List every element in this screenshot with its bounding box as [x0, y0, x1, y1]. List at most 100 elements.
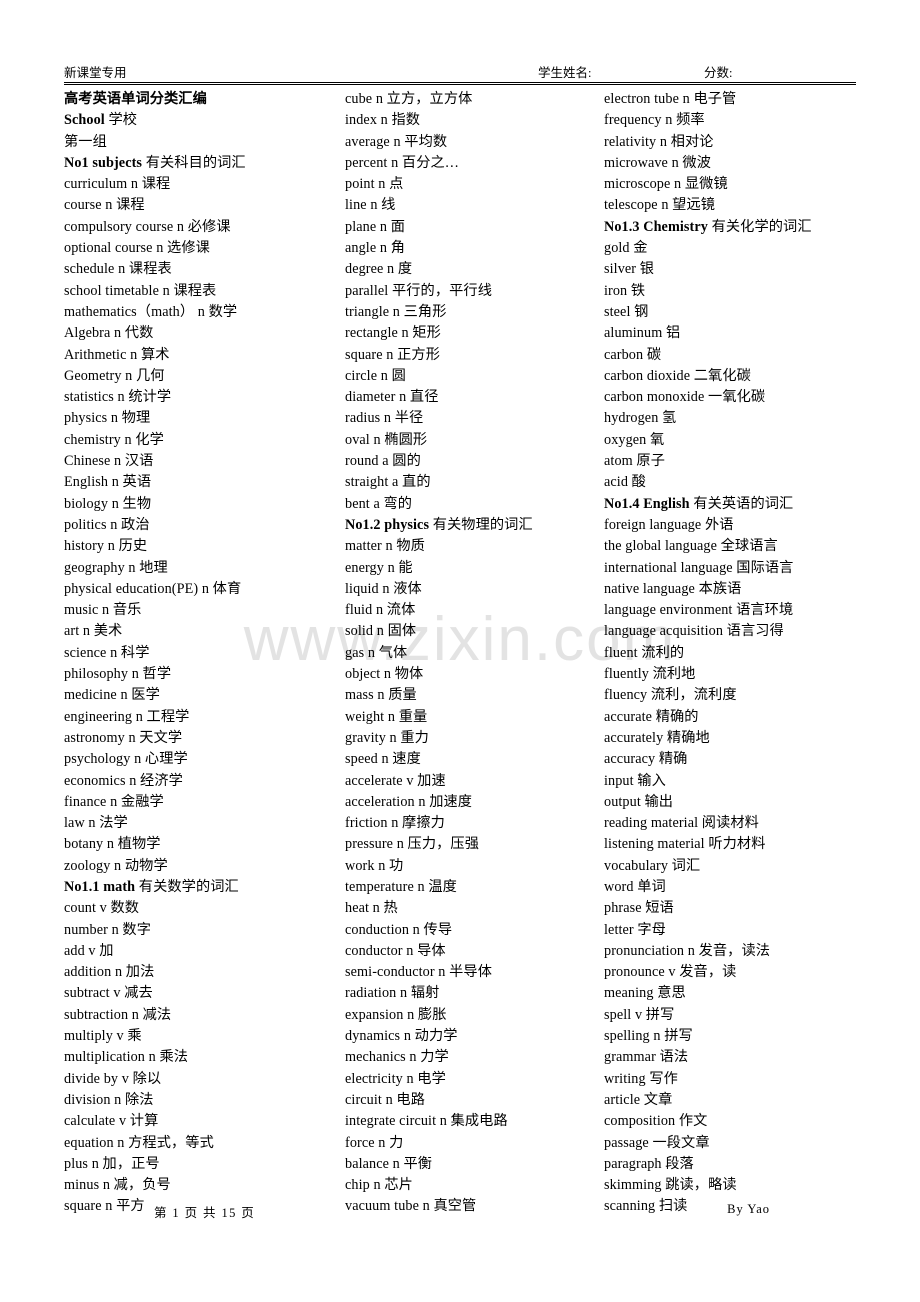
vocabulary-entry: statistics n 统计学 — [64, 389, 172, 406]
entry-term: No1.1 math — [64, 878, 139, 895]
vocabulary-entry: No1.1 math 有关数学的词汇 — [64, 877, 342, 898]
vocabulary-entry: conduction n 传导 — [345, 921, 453, 938]
vocabulary-entry: reading material 阅读材料 — [604, 815, 759, 832]
vocabulary-entry: relativity n 相对论 — [604, 133, 714, 150]
vocabulary-entry: aluminum 铝 — [604, 325, 681, 342]
vocabulary-entry: language environment 语言环境 — [604, 602, 794, 619]
entry-term: No1.4 English — [604, 495, 694, 512]
vocabulary-entry: art n 美术 — [64, 623, 123, 640]
vocabulary-entry: course n 课程 — [64, 197, 145, 214]
vocabulary-entry: acceleration n 加速度 — [345, 793, 473, 810]
vocabulary-entry: passage 一段文章 — [604, 1134, 710, 1151]
vocabulary-entry: iron 铁 — [604, 282, 646, 299]
vocabulary-entry: weight n 重量 — [345, 708, 428, 725]
vocabulary-entry: circuit n 电路 — [345, 1091, 426, 1108]
vocabulary-entry: fluid n 流体 — [345, 602, 416, 619]
vocabulary-entry: botany n 植物学 — [64, 836, 161, 853]
vocabulary-entry: Chinese n 汉语 — [64, 453, 154, 470]
vocabulary-entry: speed n 速度 — [345, 751, 421, 768]
entry-term: No1.2 physics — [345, 516, 433, 533]
vocabulary-entry: native language 本族语 — [604, 580, 742, 597]
entry-gloss: 有关科目的词汇 — [145, 154, 246, 171]
footer-page-number: 第 1 页 共 15 页 — [154, 1206, 256, 1220]
vocabulary-entry: carbon 碳 — [604, 346, 662, 363]
vocabulary-entry: diameter n 直径 — [345, 389, 439, 406]
vocabulary-entry: biology n 生物 — [64, 495, 152, 512]
vocabulary-entry: School 学校 — [64, 110, 342, 131]
vocabulary-entry: degree n 度 — [345, 261, 413, 278]
vocabulary-entry: expansion n 膨胀 — [345, 1006, 447, 1023]
vocabulary-entry: Algebra n 代数 — [64, 325, 154, 342]
vocabulary-entry: temperature n 温度 — [345, 878, 457, 895]
vocabulary-entry: psychology n 心理学 — [64, 751, 188, 768]
vocabulary-entry: line n 线 — [345, 197, 396, 214]
entry-gloss: 有关英语的词汇 — [693, 495, 794, 512]
vocabulary-entry: circle n 圆 — [345, 367, 406, 384]
vocabulary-entry: No1 subjects 有关科目的词汇 — [64, 153, 342, 174]
vocabulary-entry: engineering n 工程学 — [64, 708, 190, 725]
vocabulary-entry: history n 历史 — [64, 538, 148, 555]
vocabulary-entry: round a 圆的 — [345, 453, 421, 470]
vocabulary-entry: economics n 经济学 — [64, 772, 183, 789]
vocabulary-entry: finance n 金融学 — [64, 793, 164, 810]
vocabulary-entry: angle n 角 — [345, 240, 405, 257]
vocabulary-entry: electron tube n 电子管 — [604, 91, 737, 107]
vocabulary-entry: input 输入 — [604, 772, 666, 789]
vocabulary-entry: letter 字母 — [604, 921, 666, 938]
vocabulary-entry: parallel 平行的，平行线 — [345, 282, 492, 299]
vocabulary-entry: multiplication n 乘法 — [64, 1049, 189, 1066]
vocabulary-entry: skimming 跳读，略读 — [604, 1177, 737, 1194]
entry-term: School — [64, 112, 109, 129]
vocabulary-entry: writing 写作 — [604, 1070, 678, 1087]
vocabulary-entry: silver 银 — [604, 261, 655, 278]
vocabulary-entry: plus n 加，正号 — [64, 1155, 160, 1172]
vocabulary-entry: 第一组 — [64, 133, 107, 150]
vocabulary-entry: average n 平均数 — [345, 133, 448, 150]
page-header: 新课堂专用 学生姓名: 分数: — [64, 62, 856, 84]
vocabulary-entry: subtraction n 减法 — [64, 1006, 172, 1023]
vocabulary-entry: radiation n 辐射 — [345, 985, 440, 1002]
vocabulary-entry: straight a 直的 — [345, 474, 431, 491]
vocabulary-entry: atom 原子 — [604, 453, 665, 470]
vocabulary-entry: No1.2 physics 有关物理的词汇 — [345, 515, 597, 536]
vocabulary-entry: work n 功 — [345, 857, 404, 874]
page-footer: 第 1 页 共 15 页 By Yao — [64, 1202, 856, 1222]
vocabulary-entry: law n 法学 — [64, 815, 128, 832]
vocabulary-entry: hydrogen 氢 — [604, 410, 677, 427]
vocabulary-entry: No1.3 Chemistry 有关化学的词汇 — [604, 217, 894, 238]
vocabulary-entry: gold 金 — [604, 240, 648, 257]
header-student-name-label: 学生姓名: — [538, 66, 592, 80]
vocabulary-entry: pronunciation n 发音，读法 — [604, 942, 771, 959]
entry-gloss: 有关物理的词汇 — [432, 516, 533, 533]
header-publisher-label: 新课堂专用 — [64, 66, 127, 80]
vocabulary-entry: pressure n 压力，压强 — [345, 836, 479, 853]
vocabulary-entry: count v 数数 — [64, 900, 140, 917]
vocabulary-entry: energy n 能 — [345, 559, 413, 576]
vocabulary-entry: physics n 物理 — [64, 410, 151, 427]
vocabulary-column-1: 高考英语单词分类汇编 School 学校 第一组 No1 subjects 有关科目的… — [64, 89, 342, 1218]
vocabulary-entry: mass n 质量 — [345, 687, 417, 704]
vocabulary-entry: composition 作文 — [604, 1113, 708, 1130]
vocabulary-entry: calculate v 计算 — [64, 1113, 159, 1130]
vocabulary-entry: accurately 精确地 — [604, 729, 710, 746]
vocabulary-entry: astronomy n 天文学 — [64, 729, 183, 746]
vocabulary-entry: carbon monoxide 一氧化碳 — [604, 389, 766, 406]
vocabulary-entry: physical education(PE) n 体育 — [64, 580, 242, 597]
vocabulary-entry: radius n 半径 — [345, 410, 424, 427]
vocabulary-entry: matter n 物质 — [345, 538, 425, 555]
vocabulary-entry: solid n 固体 — [345, 623, 417, 640]
entry-gloss: 学校 — [108, 112, 138, 129]
vocabulary-entry: electricity n 电学 — [345, 1070, 446, 1087]
vocabulary-entry: pronounce v 发音，读 — [604, 964, 737, 981]
vocabulary-entry: balance n 平衡 — [345, 1155, 433, 1172]
vocabulary-entry: medicine n 医学 — [64, 687, 160, 704]
vocabulary-entry: bent a 弯的 — [345, 495, 413, 512]
vocabulary-entry: microwave n 微波 — [604, 154, 711, 171]
vocabulary-entry: divide by v 除以 — [64, 1070, 162, 1087]
vocabulary-entry: force n 力 — [345, 1134, 404, 1151]
vocabulary-entry: equation n 方程式，等式 — [64, 1134, 214, 1151]
vocabulary-entry: listening material 听力材料 — [604, 836, 766, 853]
vocabulary-entry: steel 钢 — [604, 303, 649, 320]
vocabulary-entry: liquid n 液体 — [345, 580, 422, 597]
vocabulary-entry: telescope n 望远镜 — [604, 197, 716, 214]
